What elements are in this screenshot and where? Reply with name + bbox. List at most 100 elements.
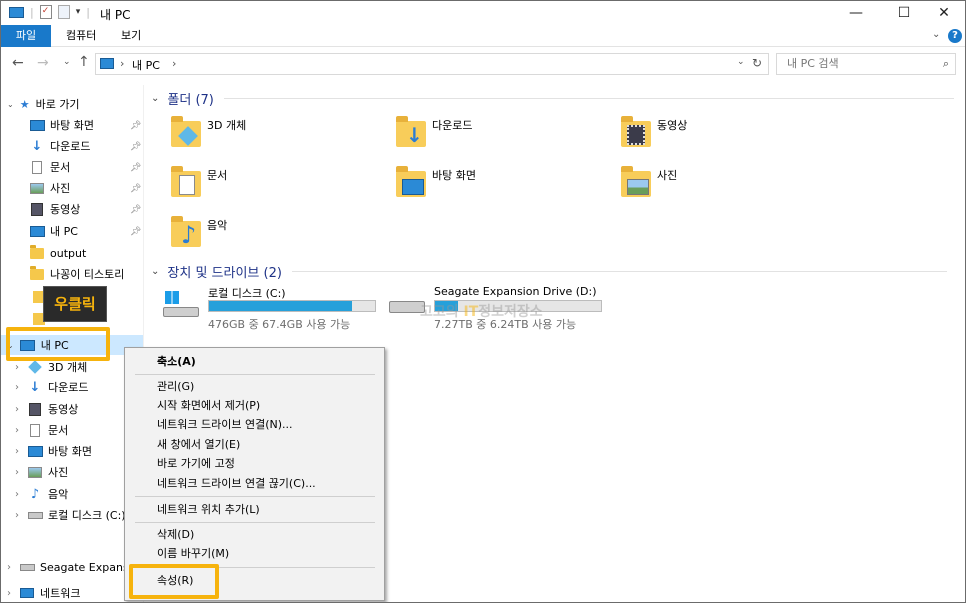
minimize-button[interactable]: —	[833, 1, 879, 25]
drive-item-c[interactable]: 로컬 디스크 (C:) 476GB 중 67.4GB 사용 가능	[163, 285, 383, 331]
menu-item-pin-quick-access[interactable]: 바로 가기에 고정	[157, 455, 235, 473]
drives-group-header[interactable]: ⌄ 장치 및 드라이브 (2)	[151, 262, 947, 281]
tab-computer[interactable]: 컴퓨터	[54, 25, 108, 47]
network-icon	[19, 586, 35, 600]
sidebar-item-seagate[interactable]: › Seagate Expansio	[7, 557, 138, 577]
sidebar-label: 음악	[48, 488, 69, 501]
sidebar-item-quick-access[interactable]: ⌄ ★ 바로 가기	[7, 94, 80, 114]
right-click-annotation: 우클릭	[43, 286, 107, 322]
pictures-icon	[29, 181, 45, 195]
close-button[interactable]: ✕	[921, 1, 965, 25]
sidebar-item-output[interactable]: output	[29, 243, 86, 263]
menu-item-delete[interactable]: 삭제(D)	[157, 526, 194, 544]
tab-file[interactable]: 파일	[1, 25, 51, 47]
expand-arrow-icon[interactable]: ›	[7, 588, 11, 599]
expand-ribbon-icon[interactable]: ⌄	[932, 29, 940, 40]
folder-label: 문서	[207, 169, 228, 182]
documents-icon	[171, 166, 201, 197]
sidebar-item-pc-desktop[interactable]: › 바탕 화면	[15, 441, 92, 461]
pictures-icon	[621, 166, 651, 197]
folder-item-music[interactable]: ♪ 음악	[171, 215, 227, 249]
expand-arrow-icon[interactable]: ›	[15, 362, 19, 373]
expand-arrow-icon[interactable]: ›	[15, 489, 19, 500]
help-icon[interactable]: ?	[948, 29, 962, 43]
sidebar-item-pictures[interactable]: 사진	[29, 178, 70, 198]
pin-icon[interactable]: 📌︎	[130, 227, 141, 237]
sidebar-item-videos[interactable]: 동영상	[29, 199, 80, 219]
sidebar-label: 동영상	[50, 203, 81, 216]
sidebar-item-pc-videos[interactable]: › 동영상	[15, 399, 78, 419]
expand-arrow-icon[interactable]: ›	[15, 382, 19, 393]
folders-group-header[interactable]: ⌄ 폴더 (7)	[151, 89, 954, 108]
sidebar-item-desktop[interactable]: 바탕 화면	[29, 115, 94, 135]
forward-arrow-icon[interactable]: →	[37, 55, 49, 71]
new-folder-icon[interactable]	[57, 5, 70, 19]
expand-arrow-icon[interactable]: ›	[15, 404, 19, 415]
sidebar-item-tistory[interactable]: 나꽁이 티스토리	[29, 264, 124, 284]
refresh-icon[interactable]: ↻	[752, 56, 762, 70]
folder-item-3d-objects[interactable]: 3D 개체	[171, 115, 246, 147]
menu-item-open-new-window[interactable]: 새 창에서 열기(E)	[157, 436, 240, 454]
sidebar-item-pc-downloads[interactable]: › ↓ 다운로드	[15, 377, 88, 397]
folder-item-downloads[interactable]: ↓ 다운로드	[396, 115, 472, 147]
address-bar[interactable]: › 내 PC › ⌄ ↻	[95, 53, 769, 75]
pin-icon[interactable]: 📌︎	[130, 121, 141, 131]
drive-info: 476GB 중 67.4GB 사용 가능	[208, 318, 351, 331]
desktop-icon	[29, 118, 45, 132]
tab-view[interactable]: 보기	[109, 25, 153, 47]
menu-item-unpin-start[interactable]: 시작 화면에서 제거(P)	[157, 397, 260, 415]
sidebar-label: 다운로드	[48, 381, 89, 394]
sidebar-item-pc-documents[interactable]: › 문서	[15, 420, 68, 440]
collapse-chevron-icon[interactable]: ⌄	[151, 93, 159, 104]
menu-item-add-network-location[interactable]: 네트워크 위치 추가(L)	[157, 501, 260, 519]
sidebar-item-downloads[interactable]: ↓ 다운로드	[29, 136, 91, 156]
divider	[291, 271, 947, 272]
folder-item-videos[interactable]: 동영상	[621, 115, 687, 147]
folder-item-desktop[interactable]: 바탕 화면	[396, 165, 476, 197]
up-arrow-icon[interactable]: ↑	[78, 54, 90, 70]
pin-icon[interactable]: 📌︎	[130, 142, 141, 152]
explorer-window: | ✓ ▾ | 내 PC — ☐ ✕ 파일 컴퓨터 보기 ⌄ ? ← → ⌄ ↑…	[0, 0, 966, 603]
pin-icon[interactable]: 📌︎	[130, 163, 141, 173]
properties-icon[interactable]: ✓	[39, 5, 52, 19]
expand-arrow-icon[interactable]: ⌄	[7, 100, 14, 109]
drive-icon	[27, 508, 43, 522]
sidebar-item-this-pc-quick[interactable]: 내 PC	[29, 221, 78, 241]
address-dropdown-icon[interactable]: ⌄	[737, 57, 745, 67]
expand-arrow-icon[interactable]: ›	[7, 562, 11, 573]
pin-icon[interactable]: 📌︎	[130, 205, 141, 215]
music-icon: ♪	[30, 486, 40, 502]
sidebar-item-pc-pictures[interactable]: › 사진	[15, 462, 68, 482]
back-arrow-icon[interactable]: ←	[12, 55, 24, 71]
expand-arrow-icon[interactable]: ›	[15, 446, 19, 457]
collapse-chevron-icon[interactable]: ⌄	[151, 266, 159, 277]
expand-arrow-icon[interactable]: ›	[15, 510, 19, 521]
sidebar-item-network[interactable]: › 네트워크	[7, 583, 80, 602]
menu-item-disconnect-drive[interactable]: 네트워크 드라이브 연결 끊기(C)...	[157, 475, 316, 493]
expand-arrow-icon[interactable]: ›	[15, 467, 19, 478]
expand-arrow-icon[interactable]: ›	[15, 425, 19, 436]
breadcrumb-this-pc[interactable]: 내 PC	[132, 57, 160, 73]
pin-icon[interactable]: 📌︎	[130, 184, 141, 194]
folder-label: 바탕 화면	[432, 169, 476, 182]
sidebar-item-pc-local-disk[interactable]: › 로컬 디스크 (C:)	[15, 505, 126, 525]
sidebar-label: 문서	[50, 161, 71, 174]
breadcrumb-separator: ›	[120, 57, 125, 70]
group-title: 폴더 (7)	[167, 93, 214, 108]
folder-item-documents[interactable]: 문서	[171, 165, 227, 197]
this-pc-icon	[29, 224, 45, 238]
sidebar-label: 바로 가기	[35, 98, 80, 111]
menu-separator	[135, 522, 375, 523]
menu-item-rename[interactable]: 이름 바꾸기(M)	[157, 545, 229, 563]
menu-item-manage[interactable]: 관리(G)	[157, 378, 194, 396]
customize-toolbar-icon[interactable]: ▾	[76, 7, 81, 17]
search-input[interactable]: 내 PC 검색 ⌕	[776, 53, 956, 75]
recent-locations-icon[interactable]: ⌄	[63, 57, 71, 67]
ribbon-tabs: 파일 컴퓨터 보기 ⌄ ?	[1, 25, 965, 47]
menu-item-collapse[interactable]: 축소(A)	[157, 353, 196, 371]
sidebar-item-documents[interactable]: 문서	[29, 157, 70, 177]
context-menu: 축소(A) 관리(G) 시작 화면에서 제거(P) 네트워크 드라이브 연결(N…	[124, 347, 385, 601]
menu-item-map-drive[interactable]: 네트워크 드라이브 연결(N)...	[157, 416, 293, 434]
folder-item-pictures[interactable]: 사진	[621, 165, 677, 197]
sidebar-item-pc-music[interactable]: › ♪ 음악	[15, 484, 68, 504]
